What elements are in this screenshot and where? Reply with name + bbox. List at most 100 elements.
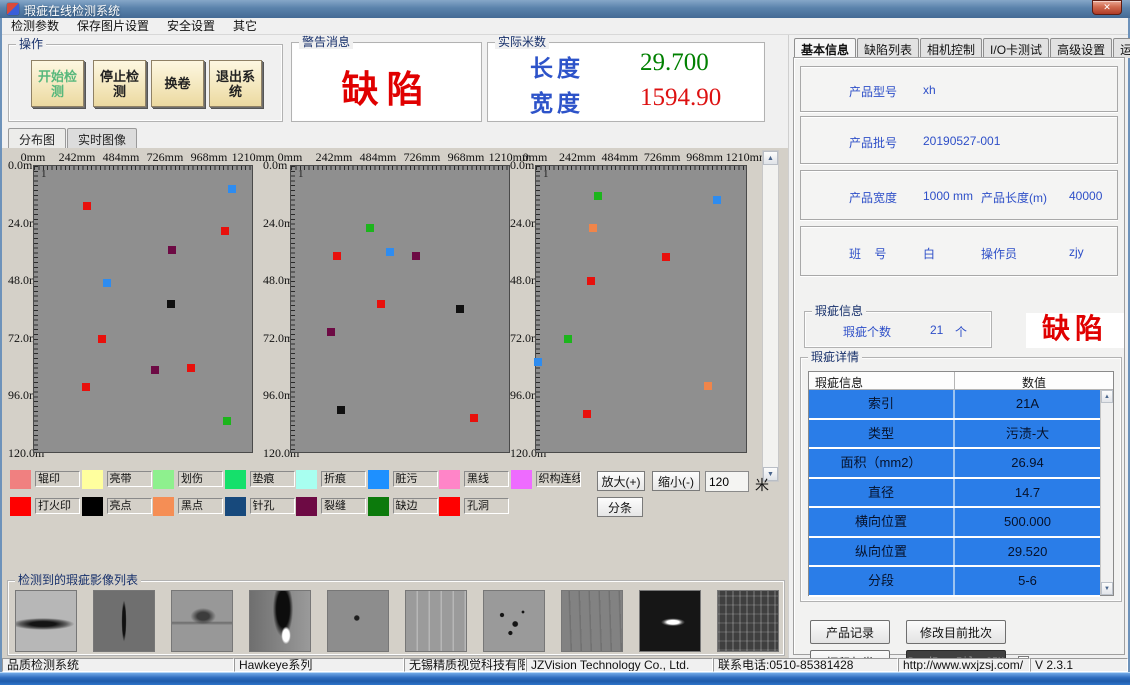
defect-point[interactable] <box>587 277 595 285</box>
change-roll-button[interactable]: 换卷 <box>151 60 204 107</box>
modify-batch-button[interactable]: 修改目前批次 <box>906 620 1006 644</box>
defect-point[interactable] <box>187 364 195 372</box>
table-row[interactable]: 分段5-6 <box>809 567 1100 597</box>
defect-thumbnail[interactable] <box>639 590 701 652</box>
table-row[interactable]: 类型污渍-大 <box>809 420 1100 450</box>
defect-point[interactable] <box>327 328 335 336</box>
defect-point[interactable] <box>386 248 394 256</box>
defect-point[interactable] <box>337 406 345 414</box>
product-size-box: 产品宽度 1000 mm 产品长度(m) 40000 <box>800 170 1118 220</box>
product-model-value: xh <box>923 83 936 97</box>
defect-count-unit: 个 <box>955 323 967 340</box>
tab-info-2[interactable]: 缺陷列表 <box>857 38 919 58</box>
shift-label: 班 号 <box>849 245 886 262</box>
start-detect-button[interactable]: 开始检测 <box>31 60 84 107</box>
plot-canvas-3[interactable]: 1 <box>535 165 747 453</box>
operations-group: 操作 开始检测 停止检测 换卷 退出系统 <box>8 44 283 122</box>
table-scrollbar[interactable]: ▲ ▼ <box>1100 390 1113 595</box>
table-row[interactable]: 横向位置500.000 <box>809 508 1100 538</box>
defect-thumbnail[interactable] <box>483 590 545 652</box>
range-meters-input[interactable] <box>705 471 749 492</box>
defect-point[interactable] <box>470 414 478 422</box>
top-ticks <box>536 166 746 170</box>
defect-point[interactable] <box>594 192 602 200</box>
tab-info-4[interactable]: I/O卡测试 <box>983 38 1049 58</box>
defect-point[interactable] <box>82 383 90 391</box>
legend-color-swatch <box>82 497 103 516</box>
table-row[interactable]: 纵向位置29.520 <box>809 538 1100 568</box>
defect-point[interactable] <box>168 246 176 254</box>
defect-point[interactable] <box>456 305 464 313</box>
table-scroll-up-icon[interactable]: ▲ <box>1101 390 1113 403</box>
legend-color-swatch <box>296 470 317 489</box>
defect-point[interactable] <box>151 366 159 374</box>
table-scroll-down-icon[interactable]: ▼ <box>1101 582 1113 595</box>
close-icon[interactable]: ✕ <box>1092 0 1122 15</box>
plots-vertical-scrollbar[interactable]: ▲ ▼ <box>762 150 779 482</box>
defect-point[interactable] <box>221 227 229 235</box>
plot-canvas-2[interactable]: 1 <box>290 165 510 453</box>
y-axis-tick-label: 24.0m <box>263 216 293 231</box>
status-segment-7: V 2.3.1 <box>1030 658 1128 672</box>
defect-point[interactable] <box>377 300 385 308</box>
operator-value: zjy <box>1069 245 1084 259</box>
defect-point[interactable] <box>583 410 591 418</box>
defect-point[interactable] <box>589 224 597 232</box>
defect-point[interactable] <box>564 335 572 343</box>
defect-point[interactable] <box>333 252 341 260</box>
top-ticks <box>34 166 252 170</box>
table-row[interactable]: 面积（mm2）26.94 <box>809 449 1100 479</box>
defect-point[interactable] <box>366 224 374 232</box>
defect-point[interactable] <box>223 417 231 425</box>
legend-label: 亮点 <box>107 498 152 514</box>
table-cell-value: 污渍-大 <box>955 420 1100 448</box>
menu-item-4[interactable]: 其它 <box>224 18 266 35</box>
zoom-out-button[interactable]: 缩小(-) <box>652 471 700 491</box>
tab-distribution[interactable]: 分布图 <box>8 128 66 148</box>
table-row[interactable]: 索引21A <box>809 390 1100 420</box>
tab-info-3[interactable]: 相机控制 <box>920 38 982 58</box>
defect-point[interactable] <box>83 202 91 210</box>
defect-thumbnail[interactable] <box>93 590 155 652</box>
defect-point[interactable] <box>228 185 236 193</box>
defect-point[interactable] <box>98 335 106 343</box>
scroll-up-icon[interactable]: ▲ <box>763 151 778 165</box>
tab-info-5[interactable]: 高级设置 <box>1050 38 1112 58</box>
legend-color-swatch <box>439 470 460 489</box>
windows-taskbar[interactable] <box>0 672 1130 685</box>
product-record-button[interactable]: 产品记录 <box>810 620 890 644</box>
status-segment-4: JZVision Technology Co., Ltd. <box>526 658 713 672</box>
defect-thumbnail[interactable] <box>249 590 311 652</box>
defect-point[interactable] <box>103 279 111 287</box>
defect-thumbnail[interactable] <box>15 590 77 652</box>
defect-thumbnail[interactable] <box>327 590 389 652</box>
stop-detect-button[interactable]: 停止检测 <box>93 60 146 107</box>
defect-thumbnail[interactable] <box>405 590 467 652</box>
tab-info-6[interactable]: 运行状态信息 <box>1113 38 1130 58</box>
defect-point[interactable] <box>534 358 542 366</box>
table-row[interactable]: 直径14.7 <box>809 479 1100 509</box>
defect-point[interactable] <box>167 300 175 308</box>
defect-point[interactable] <box>704 382 712 390</box>
table-cell-value: 5-6 <box>955 567 1100 595</box>
legend-label: 辊印 <box>35 471 80 487</box>
menu-item-3[interactable]: 安全设置 <box>158 18 224 35</box>
tab-live-image[interactable]: 实时图像 <box>67 128 137 148</box>
defect-detail-table: 瑕疵信息 数值 索引21A类型污渍-大面积（mm2）26.94直径14.7横向位… <box>808 371 1114 596</box>
exit-system-button[interactable]: 退出系统 <box>209 60 262 107</box>
split-strip-button[interactable]: 分条 <box>597 497 643 517</box>
defect-thumbnail[interactable] <box>717 590 779 652</box>
x-axis-tick-label: 968mm <box>686 150 723 165</box>
defect-thumbnail[interactable] <box>171 590 233 652</box>
defect-point[interactable] <box>662 253 670 261</box>
defect-info-title: 瑕疵信息 <box>812 304 866 318</box>
zoom-in-button[interactable]: 放大(+) <box>597 471 645 491</box>
meters-group: 实际米数 长度 29.700 宽度 1594.90 <box>487 42 765 122</box>
menu-item-1[interactable]: 检测参数 <box>2 18 68 35</box>
menu-item-2[interactable]: 保存图片设置 <box>68 18 158 35</box>
tab-info-1[interactable]: 基本信息 <box>794 38 856 58</box>
plot-canvas-1[interactable]: 1 <box>33 165 253 453</box>
defect-point[interactable] <box>412 252 420 260</box>
defect-thumbnail[interactable] <box>561 590 623 652</box>
defect-point[interactable] <box>713 196 721 204</box>
